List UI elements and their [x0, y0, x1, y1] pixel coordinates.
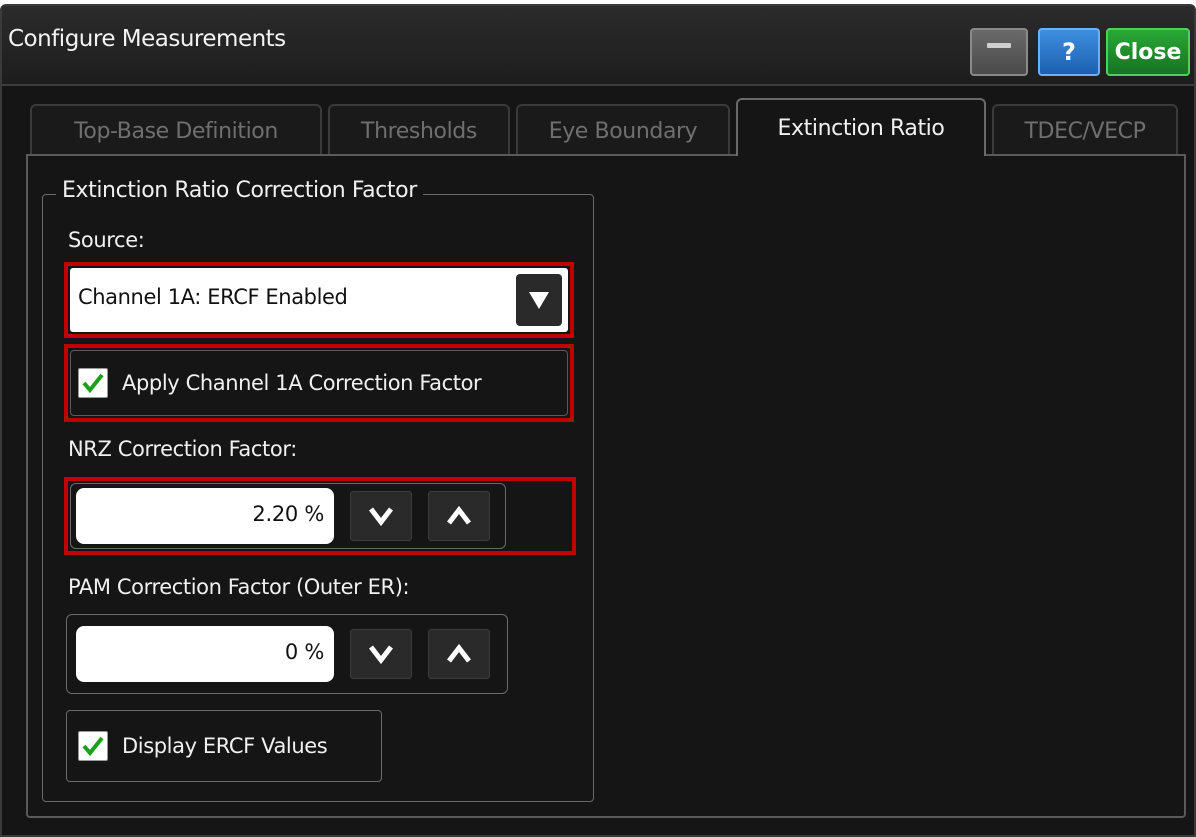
apply-checkbox[interactable]	[78, 368, 108, 398]
pam-decrement-button[interactable]	[350, 629, 412, 679]
chevron-down-icon	[369, 645, 393, 665]
pam-label: PAM Correction Factor (Outer ER):	[68, 575, 410, 599]
chevron-up-icon	[447, 643, 471, 663]
pam-correction-input[interactable]: 0 %	[76, 626, 334, 682]
nrz-label: NRZ Correction Factor:	[68, 437, 297, 461]
check-icon	[82, 736, 104, 757]
minimize-icon	[987, 42, 1011, 48]
check-icon	[82, 373, 104, 394]
close-button[interactable]: Close	[1106, 28, 1190, 76]
display-ercf-label[interactable]: Display ERCF Values	[122, 734, 328, 758]
nrz-correction-input[interactable]: 2.20 %	[76, 488, 334, 544]
dropdown-arrow-icon[interactable]	[516, 274, 562, 326]
display-ercf-checkbox[interactable]	[78, 731, 108, 761]
apply-checkbox-label[interactable]: Apply Channel 1A Correction Factor	[122, 371, 482, 395]
pam-increment-button[interactable]	[428, 629, 490, 679]
group-title: Extinction Ratio Correction Factor	[56, 178, 423, 203]
chevron-up-icon	[447, 505, 471, 525]
chevron-down-icon	[369, 507, 393, 527]
minimize-button[interactable]	[970, 28, 1028, 76]
source-select-value: Channel 1A: ERCF Enabled	[78, 285, 348, 309]
source-select[interactable]: Channel 1A: ERCF Enabled	[70, 268, 568, 332]
tab-eye-boundary[interactable]: Eye Boundary	[516, 104, 730, 156]
tab-top-base-definition[interactable]: Top-Base Definition	[30, 104, 322, 156]
tab-tdec-vecp[interactable]: TDEC/VECP	[992, 104, 1178, 156]
tab-thresholds[interactable]: Thresholds	[328, 104, 510, 156]
nrz-increment-button[interactable]	[428, 491, 490, 541]
tab-bar: Top-Base Definition Thresholds Eye Bound…	[26, 98, 1186, 156]
help-button[interactable]: ?	[1038, 28, 1100, 76]
title-bar: Configure Measurements ? Close	[2, 6, 1194, 86]
dialog-title: Configure Measurements	[8, 26, 286, 52]
nrz-decrement-button[interactable]	[350, 491, 412, 541]
tab-extinction-ratio[interactable]: Extinction Ratio	[736, 98, 986, 156]
source-label: Source:	[68, 228, 145, 252]
